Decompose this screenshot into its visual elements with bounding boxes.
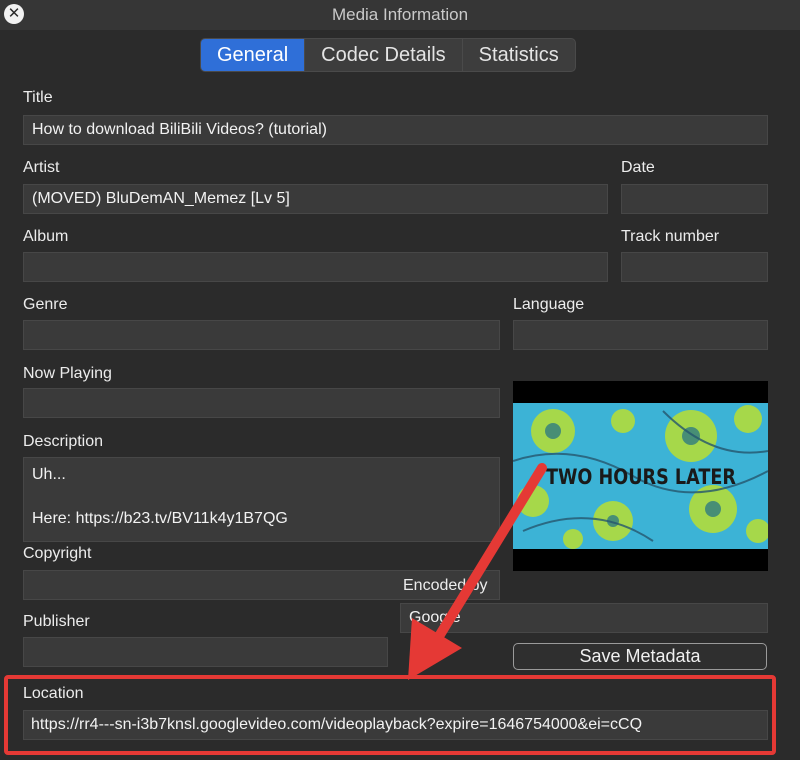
- publisher-label: Publisher: [23, 613, 90, 630]
- save-metadata-button[interactable]: Save Metadata: [513, 643, 767, 670]
- description-label: Description: [23, 433, 104, 450]
- artwork-thumbnail: TWO HOURS LATER: [513, 381, 768, 571]
- title-bar: ✕ Media Information: [0, 0, 800, 30]
- window-title: Media Information: [331, 5, 469, 24]
- album-label: Album: [23, 228, 69, 245]
- track-number-field[interactable]: [621, 252, 768, 282]
- artwork-caption: TWO HOURS LATER: [546, 465, 736, 489]
- album-field[interactable]: [23, 252, 608, 282]
- track-number-label: Track number: [621, 228, 720, 245]
- date-field[interactable]: [621, 184, 768, 214]
- description-line: Uh...: [32, 466, 66, 483]
- date-label: Date: [621, 159, 655, 176]
- title-label: Title: [23, 89, 53, 106]
- artist-field[interactable]: (MOVED) BluDemAN_Memez [Lv 5]: [23, 184, 608, 214]
- description-line: [32, 486, 491, 508]
- encoded-by-field[interactable]: Google: [400, 603, 768, 633]
- tab-statistics[interactable]: Statistics: [463, 39, 575, 71]
- publisher-field[interactable]: [23, 637, 388, 667]
- tab-general[interactable]: General: [201, 39, 306, 71]
- genre-label: Genre: [23, 296, 68, 313]
- copyright-label: Copyright: [23, 545, 92, 562]
- title-field[interactable]: How to download BiliBili Videos? (tutori…: [23, 115, 768, 145]
- description-field[interactable]: Uh... Here: https://b23.tv/BV11k4y1B7QG: [23, 457, 500, 542]
- genre-field[interactable]: [23, 320, 500, 350]
- description-line: Here: https://b23.tv/BV11k4y1B7QG: [32, 510, 288, 527]
- tab-codec-details[interactable]: Codec Details: [305, 39, 463, 71]
- language-field[interactable]: [513, 320, 768, 350]
- now-playing-label: Now Playing: [23, 365, 112, 382]
- artwork-image: TWO HOURS LATER: [513, 381, 768, 571]
- artist-label: Artist: [23, 159, 60, 176]
- language-label: Language: [513, 296, 585, 313]
- tab-bar: General Codec Details Statistics: [200, 38, 576, 72]
- annotation-highlight-box: [4, 675, 776, 755]
- now-playing-field[interactable]: [23, 388, 500, 418]
- encoded-by-label: Encoded by: [403, 577, 488, 594]
